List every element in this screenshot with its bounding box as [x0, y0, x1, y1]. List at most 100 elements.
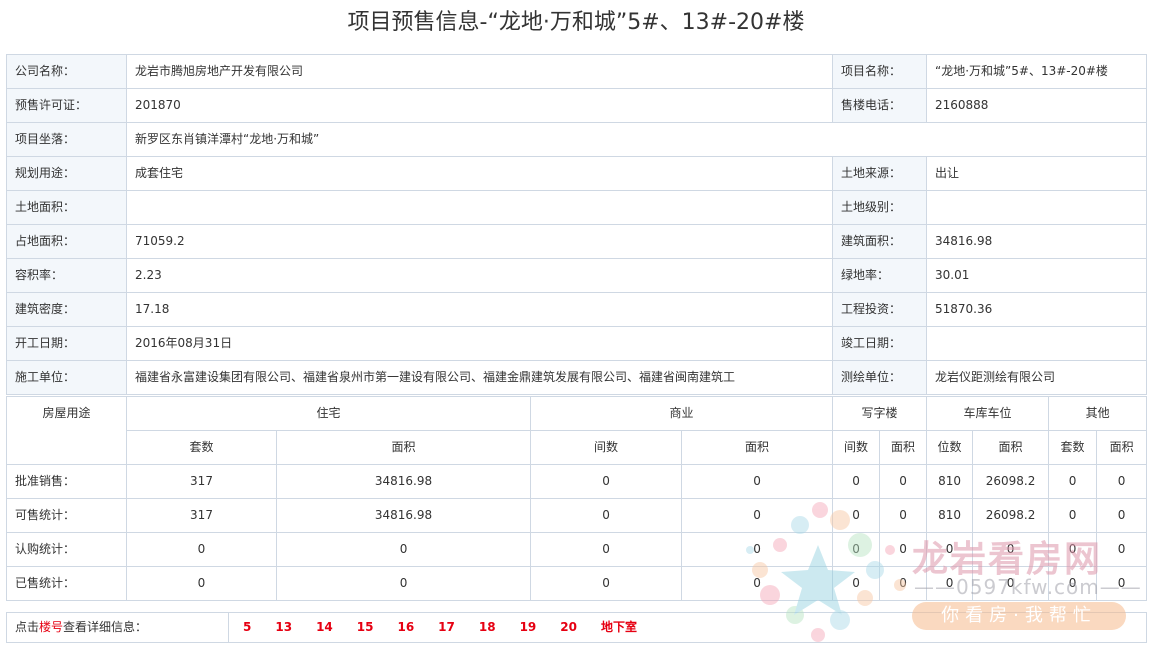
cell: 810	[926, 464, 974, 499]
green-rate-value: 30.01	[926, 258, 1147, 293]
building-link-15[interactable]: 15	[357, 620, 374, 634]
start-date-label: 开工日期：	[6, 326, 127, 361]
occupied-area-value: 71059.2	[126, 224, 833, 259]
cell: 0	[530, 532, 683, 567]
land-grade-value	[926, 190, 1147, 225]
subheader: 面积	[972, 430, 1050, 465]
cell: 0	[832, 464, 881, 499]
land-area-value	[126, 190, 833, 225]
links-prompt: 点击楼号查看详细信息：	[6, 612, 229, 643]
building-link-14[interactable]: 14	[316, 620, 333, 634]
subheader: 位数	[926, 430, 974, 465]
prompt-part-2: 查看详细信息：	[63, 620, 148, 634]
investment-value: 51870.36	[926, 292, 1147, 327]
usage-header: 房屋用途	[6, 396, 127, 465]
subheader: 套数	[126, 430, 277, 465]
cell: 0	[275, 566, 532, 601]
building-link-18[interactable]: 18	[479, 620, 496, 634]
permit-value: 201870	[126, 88, 833, 123]
build-area-value: 34816.98	[926, 224, 1147, 259]
group-residential: 住宅	[125, 396, 532, 431]
phone-label: 售楼电话：	[832, 88, 927, 123]
finish-date-label: 竣工日期：	[832, 326, 927, 361]
cell: 26098.2	[972, 498, 1050, 533]
subheader: 间数	[530, 430, 683, 465]
building-link-17[interactable]: 17	[438, 620, 455, 634]
cell: 0	[681, 464, 834, 499]
watermark-url: ——0597kfw.com——	[914, 575, 1142, 599]
subheader: 面积	[275, 430, 532, 465]
prompt-part-1: 点击	[15, 620, 40, 634]
survey-label: 测绘单位：	[832, 360, 927, 395]
density-value: 17.18	[126, 292, 833, 327]
building-link-16[interactable]: 16	[397, 620, 414, 634]
group-other: 其他	[1048, 396, 1148, 431]
cell: 0	[275, 532, 532, 567]
building-link-13[interactable]: 13	[275, 620, 292, 634]
density-label: 建筑密度：	[6, 292, 127, 327]
cell: 0	[879, 464, 928, 499]
cell: 0	[126, 532, 277, 567]
location-label: 项目坐落：	[6, 122, 127, 157]
cell: 0	[530, 498, 683, 533]
cell: 0	[530, 566, 683, 601]
row-available: 可售统计： 317 34816.98 0 0 0 0 810 26098.2 0…	[6, 498, 1148, 533]
location-value: 新罗区东肖镇洋潭村“龙地·万和城”	[126, 122, 1147, 157]
investment-label: 工程投资：	[832, 292, 927, 327]
cell: 0	[832, 566, 881, 601]
prompt-highlight: 楼号	[39, 620, 64, 634]
building-link-basement[interactable]: 地下室	[601, 620, 637, 634]
group-office: 写字楼	[832, 396, 928, 431]
company-value: 龙岩市腾旭房地产开发有限公司	[126, 54, 833, 89]
cell: 0	[832, 498, 881, 533]
group-commercial: 商业	[530, 396, 834, 431]
row-label: 可售统计：	[6, 498, 127, 533]
building-link-19[interactable]: 19	[520, 620, 537, 634]
usage-value: 成套住宅	[126, 156, 833, 191]
watermark-slogan: 你看房·我帮忙	[912, 602, 1126, 630]
row-approved: 批准销售： 317 34816.98 0 0 0 0 810 26098.2 0…	[6, 464, 1148, 499]
subheader: 间数	[832, 430, 881, 465]
subheader: 套数	[1048, 430, 1098, 465]
cell: 0	[530, 464, 683, 499]
cell: 0	[1048, 464, 1098, 499]
cell: 0	[1096, 532, 1148, 567]
project-label: 项目名称：	[832, 54, 927, 89]
cell: 317	[126, 498, 277, 533]
cell: 0	[681, 498, 834, 533]
cell: 0	[832, 532, 881, 567]
land-source-label: 土地来源：	[832, 156, 927, 191]
subheader: 面积	[681, 430, 834, 465]
builder-label: 施工单位：	[6, 360, 127, 395]
cell: 317	[126, 464, 277, 499]
row-label: 批准销售：	[6, 464, 127, 499]
cell: 34816.98	[275, 498, 532, 533]
green-rate-label: 绿地率：	[832, 258, 927, 293]
cell: 0	[1096, 464, 1148, 499]
cell: 810	[926, 498, 974, 533]
page-title: 项目预售信息-“龙地·万和城”5#、13#-20#楼	[347, 10, 805, 35]
build-area-label: 建筑面积：	[832, 224, 927, 259]
subheader: 面积	[879, 430, 928, 465]
company-label: 公司名称：	[6, 54, 127, 89]
row-label: 已售统计：	[6, 566, 127, 601]
subheader: 面积	[1096, 430, 1148, 465]
cell: 34816.98	[275, 464, 532, 499]
building-link-5[interactable]: 5	[243, 620, 251, 634]
finish-date-value	[926, 326, 1147, 361]
group-parking: 车库车位	[926, 396, 1050, 431]
cell: 0	[1096, 498, 1148, 533]
cell: 0	[1048, 498, 1098, 533]
cell: 0	[681, 532, 834, 567]
permit-label: 预售许可证：	[6, 88, 127, 123]
building-link-20[interactable]: 20	[560, 620, 577, 634]
usage-label: 规划用途：	[6, 156, 127, 191]
start-date-value: 2016年08月31日	[126, 326, 833, 361]
cell: 0	[879, 498, 928, 533]
cell: 0	[126, 566, 277, 601]
cell: 0	[681, 566, 834, 601]
phone-value: 2160888	[926, 88, 1147, 123]
project-value: “龙地·万和城”5#、13#-20#楼	[926, 54, 1147, 89]
survey-value: 龙岩仪距测绘有限公司	[926, 360, 1147, 395]
occupied-area-label: 占地面积：	[6, 224, 127, 259]
